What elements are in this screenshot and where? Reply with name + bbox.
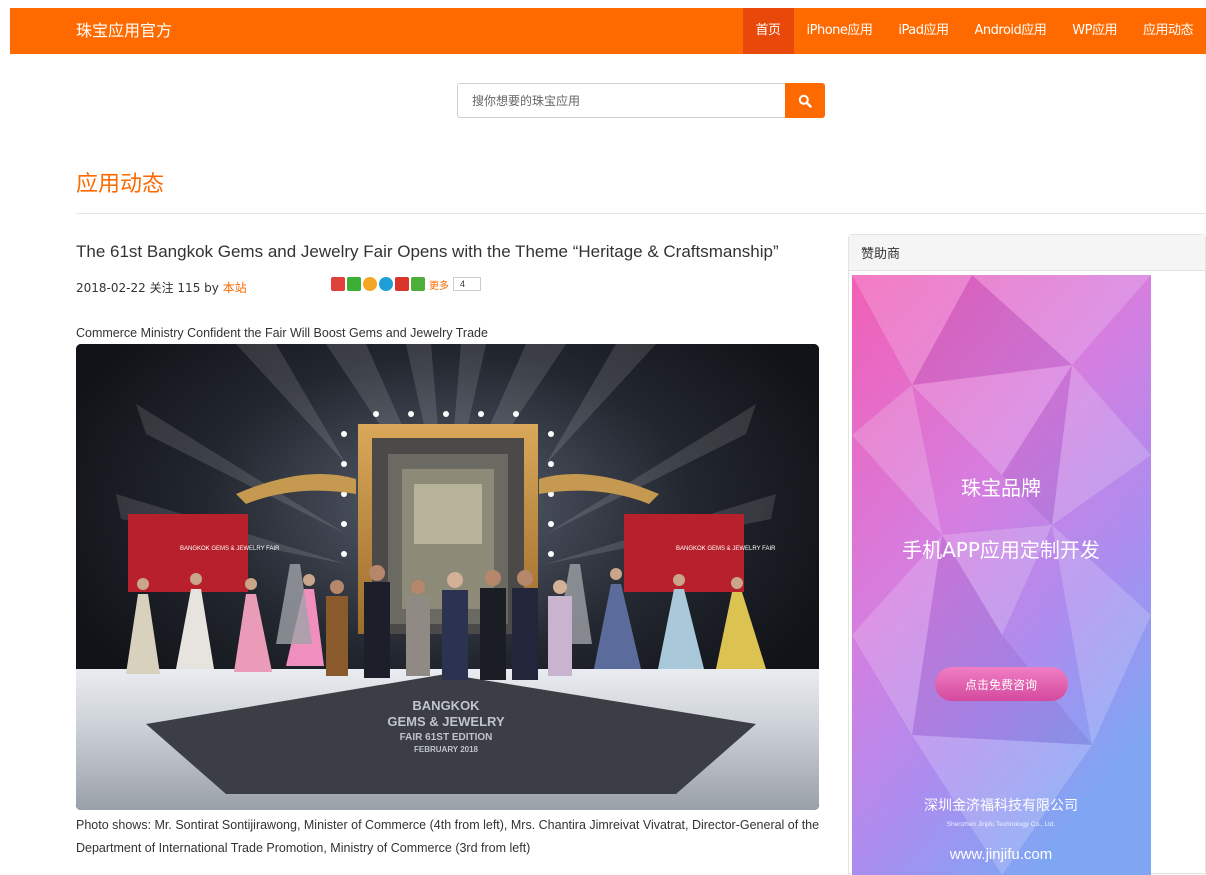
floor-text-1: BANGKOK: [412, 698, 480, 713]
article-subhead: Commerce Ministry Confident the Fair Wil…: [76, 326, 488, 340]
nav-iphone[interactable]: iPhone应用: [794, 8, 886, 54]
share-bar: 更多 4: [331, 276, 481, 292]
sponsor-ad[interactable]: 珠宝品牌 手机APP应用定制开发 点击免费咨询 深圳金济福科技有限公司 Shen…: [852, 275, 1151, 875]
site-brand[interactable]: 珠宝应用官方: [76, 8, 172, 54]
nav-ipad[interactable]: iPad应用: [885, 8, 961, 54]
nav-home[interactable]: 首页: [742, 8, 794, 54]
share-plus-icon[interactable]: [411, 277, 425, 291]
ad-consult-label: 点击免费咨询: [965, 677, 1037, 692]
article-photo: BANGKOK GEMS & JEWELRY FAIR BANGKOK GEMS…: [76, 344, 819, 810]
ad-url[interactable]: www.jinjifu.com: [949, 846, 1053, 863]
search-button[interactable]: [785, 83, 825, 118]
sponsor-sidebar: 赞助商 珠宝品牌 手机APP应用定制开发 点击免费咨询 深圳金济福科技有限公司 …: [848, 234, 1206, 875]
article-meta: 2018-02-22 关注 115 by 本站: [76, 279, 247, 296]
ad-line2: 手机APP应用定制开发: [902, 538, 1100, 562]
ad-banner[interactable]: 珠宝品牌 手机APP应用定制开发 点击免费咨询 深圳金济福科技有限公司 Shen…: [852, 275, 1151, 875]
share-more[interactable]: 更多: [429, 277, 449, 292]
share-qq-icon[interactable]: [379, 277, 393, 291]
share-renren-icon[interactable]: [395, 277, 409, 291]
banner-right-text: BANGKOK GEMS & JEWELRY FAIR: [676, 546, 776, 552]
nav-news[interactable]: 应用动态: [1130, 8, 1206, 54]
sidebar-title: 赞助商: [849, 235, 1205, 271]
article-author[interactable]: 本站: [223, 281, 247, 295]
search-input[interactable]: [457, 83, 785, 118]
follow-count: 115: [177, 281, 201, 295]
fashion-show-photo: BANGKOK GEMS & JEWELRY FAIR BANGKOK GEMS…: [76, 344, 819, 810]
section-title: 应用动态: [76, 172, 165, 197]
ad-company: 深圳金济福科技有限公司: [924, 798, 1078, 814]
photo-caption: Photo shows: Mr. Sontirat Sontijirawong,…: [76, 818, 820, 855]
article-title[interactable]: The 61st Bangkok Gems and Jewelry Fair O…: [76, 242, 836, 262]
share-qzone-icon[interactable]: [363, 277, 377, 291]
share-wechat-icon[interactable]: [347, 277, 361, 291]
follow-label: 关注: [149, 281, 174, 295]
section-divider: [76, 213, 1206, 214]
banner-left-text: BANGKOK GEMS & JEWELRY FAIR: [180, 546, 280, 552]
article-date: 2018-02-22: [76, 281, 146, 295]
floor-text-3: FAIR 61ST EDITION: [400, 732, 493, 743]
search-bar: [457, 83, 825, 118]
by-label: by: [204, 281, 219, 295]
floor-text-2: GEMS & JEWELRY: [387, 714, 505, 729]
share-weibo-icon[interactable]: [331, 277, 345, 291]
ad-line1: 珠宝品牌: [961, 476, 1041, 500]
ad-company-en: Shenzhen Jinjifu Technology Co., Ltd.: [947, 821, 1056, 828]
floor-text-4: FEBRUARY 2018: [414, 745, 479, 754]
nav-wp[interactable]: WP应用: [1059, 8, 1130, 54]
share-count: 4: [453, 277, 481, 291]
main-nav: 首页 iPhone应用 iPad应用 Android应用 WP应用 应用动态: [742, 8, 1206, 54]
nav-android[interactable]: Android应用: [962, 8, 1060, 54]
search-icon: [798, 94, 812, 108]
top-header: 珠宝应用官方 首页 iPhone应用 iPad应用 Android应用 WP应用…: [10, 8, 1206, 54]
